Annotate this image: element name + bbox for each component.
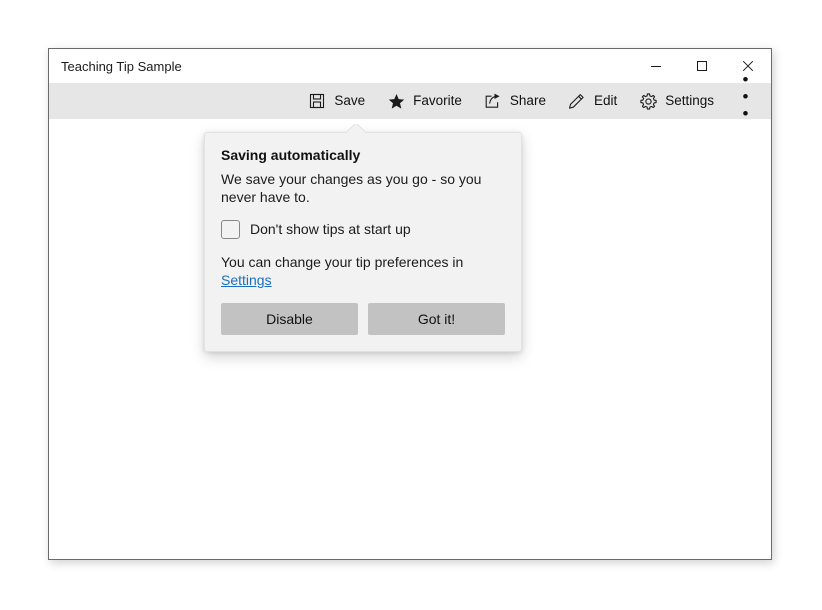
minimize-icon [650,60,662,72]
share-icon [484,92,502,110]
titlebar: Teaching Tip Sample [49,49,771,83]
commandbar-item-save-label: Save [334,93,366,109]
gear-icon [639,92,657,110]
commandbar-item-share[interactable]: Share [473,83,557,119]
commandbar-item-settings-label: Settings [665,93,714,109]
commandbar-item-edit[interactable]: Edit [557,83,628,119]
commandbar-item-favorite[interactable]: Favorite [376,83,473,119]
maximize-button[interactable] [679,49,725,83]
star-icon [387,92,405,110]
commandbar: Save Favorite Share Edit Settings • • • [49,71,771,122]
commandbar-item-edit-label: Edit [593,93,618,109]
teaching-tip: Saving automatically We save your change… [204,132,522,353]
commandbar-item-share-label: Share [509,93,546,109]
window-title: Teaching Tip Sample [61,58,182,74]
teaching-tip-button-row: Disable Got it! [221,303,505,336]
teaching-tip-subtitle: We save your changes as you go - so you … [221,170,482,206]
teaching-tip-footer: You can change your tip preferences in S… [221,253,505,289]
commandbar-item-favorite-label: Favorite [413,93,462,109]
dont-show-tips-checkbox[interactable]: Don't show tips at start up [221,219,505,239]
minimize-button[interactable] [633,49,679,83]
maximize-icon [696,60,708,72]
teaching-tip-title: Saving automatically [221,147,361,163]
commandbar-overflow-button[interactable]: • • • [729,71,765,122]
more-ellipsis-icon: • • • [742,69,752,123]
commandbar-item-settings[interactable]: Settings [628,83,725,119]
disable-button[interactable]: Disable [221,303,358,336]
pencil-icon [568,92,586,110]
checkbox-box-icon[interactable] [221,219,240,239]
dont-show-tips-checkbox-label: Don't show tips at start up [250,221,411,238]
content-area: Saving automatically We save your change… [49,119,771,559]
app-window: Teaching Tip Sample Save Favorite Share … [48,48,772,560]
teaching-tip-tail [347,124,365,133]
got-it-button[interactable]: Got it! [368,303,505,336]
teaching-tip-footer-text: You can change your tip preferences in [221,253,464,270]
save-icon [308,92,326,110]
commandbar-item-save[interactable]: Save [297,83,376,119]
settings-link[interactable]: Settings [221,272,272,288]
